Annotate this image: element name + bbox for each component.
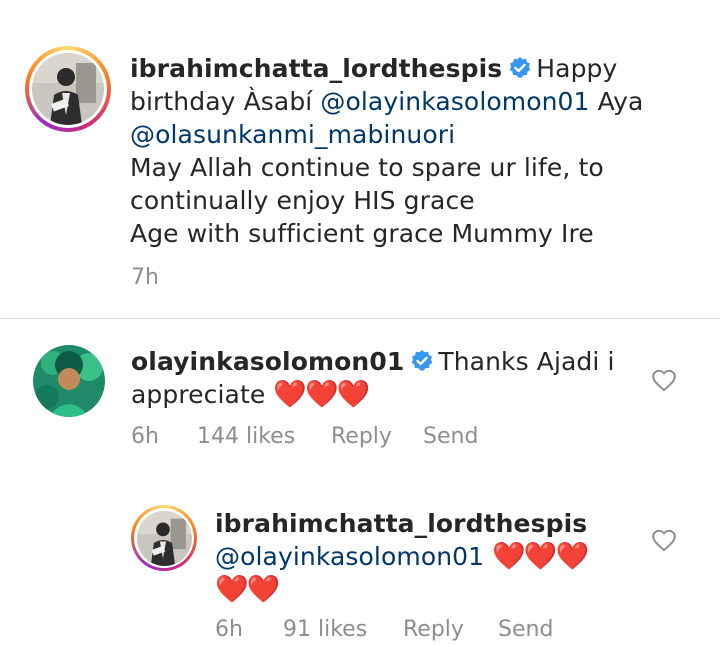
comment-likes[interactable]: 144 likes xyxy=(197,424,331,449)
verified-badge-icon xyxy=(509,57,531,78)
verified-badge-icon xyxy=(411,350,433,371)
caption-line6: Age with sufficient grace Mummy Ire xyxy=(130,219,594,248)
reply-hearts-2: ❤️❤️ xyxy=(215,574,280,605)
avatar-caption-author[interactable] xyxy=(25,46,111,132)
avatar-image xyxy=(136,510,192,566)
comment-line1: Thanks Ajadi i xyxy=(438,347,615,376)
like-heart-icon[interactable] xyxy=(651,368,677,394)
reply-meta: 6h 91 likes Reply Send xyxy=(215,617,553,642)
avatar-commenter[interactable] xyxy=(33,345,105,417)
caption-text: ibrahimchatta_lordthespis Happy birthday … xyxy=(130,52,700,250)
caption-line2-pre: birthday Àsabí xyxy=(130,87,313,116)
reply-hearts-1: ❤️❤️❤️ xyxy=(492,541,589,572)
comment-hearts: ❤️❤️❤️ xyxy=(273,379,370,410)
avatar-image xyxy=(32,53,104,125)
reply-likes[interactable]: 91 likes xyxy=(283,617,403,642)
reply-mention[interactable]: @olayinkasolomon01 xyxy=(215,542,484,571)
like-heart-icon[interactable] xyxy=(651,528,677,554)
reply-reply-button[interactable]: Reply xyxy=(403,617,498,642)
reply-send-button[interactable]: Send xyxy=(498,617,553,642)
comment-send-button[interactable]: Send xyxy=(423,424,478,449)
avatar-image xyxy=(33,345,105,417)
reply-text: ibrahimchatta_lordthespis @olayinkasolom… xyxy=(215,507,645,606)
caption-timestamp: 7h xyxy=(131,265,159,290)
caption-intro: Happy xyxy=(536,54,618,83)
caption-line4: May Allah continue to spare ur life, to xyxy=(130,153,604,182)
comment-meta: 6h 144 likes Reply Send xyxy=(131,424,478,449)
comment-username[interactable]: olayinkasolomon01 xyxy=(131,347,404,376)
caption-line5: continually enjoy HIS grace xyxy=(130,186,475,215)
divider xyxy=(0,318,720,319)
comment-line2: appreciate xyxy=(131,380,266,409)
comment-reply-button[interactable]: Reply xyxy=(331,424,423,449)
comment-text: olayinkasolomon01 Thanks Ajadi i apprecia… xyxy=(131,345,651,411)
caption-line2-post: Aya xyxy=(597,87,644,116)
avatar-reply-author[interactable] xyxy=(131,505,197,571)
reply-timestamp: 6h xyxy=(215,617,243,642)
reply-username[interactable]: ibrahimchatta_lordthespis xyxy=(215,509,587,538)
comment-timestamp: 6h xyxy=(131,424,159,449)
caption-username[interactable]: ibrahimchatta_lordthespis xyxy=(130,54,502,83)
caption-mention-2[interactable]: @olasunkanmi_mabinuori xyxy=(130,120,455,149)
caption-meta: 7h xyxy=(131,265,159,290)
caption-mention-1[interactable]: @olayinkasolomon01 xyxy=(320,87,589,116)
